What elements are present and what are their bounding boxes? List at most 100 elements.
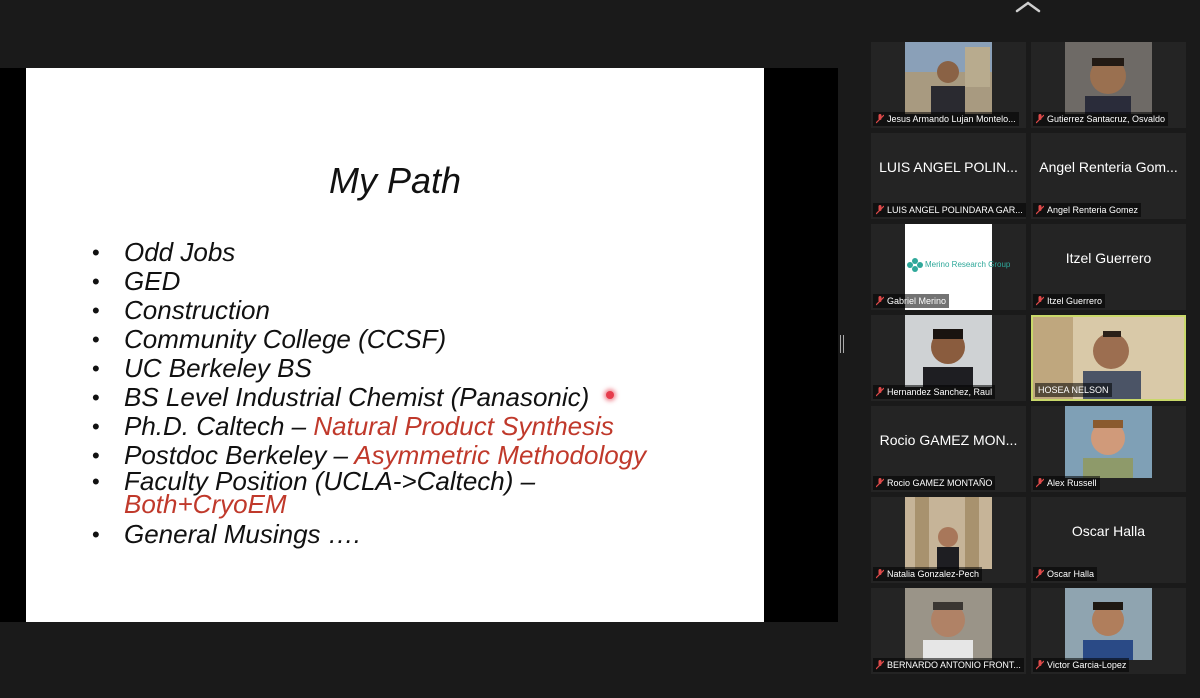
participant-label: Hernandez Sanchez, Raul: [873, 385, 996, 399]
chevron-up-icon[interactable]: [1015, 0, 1041, 14]
muted-mic-icon: [876, 660, 884, 670]
participant-video: [905, 42, 992, 114]
participant-name: Victor Garcia-Lopez: [1047, 660, 1127, 670]
muted-mic-icon: [1036, 569, 1044, 579]
participant-display-name: Oscar Halla: [1071, 523, 1146, 539]
participant-label: Gutierrez Santacruz, Osvaldo: [1033, 112, 1169, 126]
slide-bullet: • UC Berkeley BS: [92, 354, 646, 383]
participant-name: Gutierrez Santacruz, Osvaldo: [1047, 114, 1166, 124]
muted-mic-icon: [876, 296, 884, 306]
muted-mic-icon: [876, 569, 884, 579]
muted-mic-icon: [1036, 660, 1044, 670]
participant-label: LUIS ANGEL POLINDARA GAR...: [873, 203, 1026, 217]
bullet-dot-icon: •: [92, 522, 100, 547]
participant-tile[interactable]: Victor Garcia-Lopez: [1031, 588, 1186, 674]
bullet-accent-text: Both+CryoEM: [124, 489, 287, 519]
participant-display-name: Itzel Guerrero: [1065, 250, 1152, 266]
panel-resize-handle[interactable]: [840, 335, 844, 353]
participant-label: Angel Renteria Gomez: [1033, 203, 1142, 217]
slide-bullet: • Odd Jobs: [92, 238, 646, 267]
slide-bullet: • Faculty Position (UCLA->Caltech) – Both…: [92, 468, 646, 520]
logo-text: Merino Research Group: [925, 260, 1011, 269]
muted-mic-icon: [1036, 205, 1044, 215]
participant-tile[interactable]: Hernandez Sanchez, Raul: [871, 315, 1026, 401]
participant-label: Gabriel Merino: [873, 294, 950, 308]
participant-video: [905, 497, 992, 569]
slide-bullet: • General Musings ….: [92, 520, 646, 549]
participant-tile[interactable]: Rocio GAMEZ MON... Rocio GAMEZ MONTAÑO: [871, 406, 1026, 492]
participant-tile[interactable]: Jesus Armando Lujan Montelo...: [871, 42, 1026, 128]
bullet-dot-icon: •: [92, 385, 100, 410]
participant-tile[interactable]: Gutierrez Santacruz, Osvaldo: [1031, 42, 1186, 128]
bullet-text: Ph.D. Caltech –: [124, 411, 314, 441]
participant-name: BERNARDO ANTONIO FRONT...: [887, 660, 1021, 670]
bullet-text: Odd Jobs: [124, 237, 236, 267]
bullet-dot-icon: •: [92, 443, 100, 468]
participant-label: Itzel Guerrero: [1033, 294, 1106, 308]
presentation-slide: My Path • Odd Jobs • GED • Construction • Co…: [26, 68, 764, 622]
participant-label: Rocio GAMEZ MONTAÑO: [873, 476, 996, 490]
participant-video: [905, 588, 992, 660]
participant-gallery: Jesus Armando Lujan Montelo... Gutierrez…: [871, 42, 1187, 674]
participant-video: [1065, 406, 1152, 478]
participant-label: Oscar Halla: [1033, 567, 1098, 581]
bullet-text: UC Berkeley BS: [124, 353, 312, 383]
bullet-dot-icon: •: [92, 240, 100, 265]
muted-mic-icon: [1036, 478, 1044, 488]
participant-label: Jesus Armando Lujan Montelo...: [873, 112, 1019, 126]
participant-video: [1065, 42, 1152, 114]
slide-bullet: • GED: [92, 267, 646, 296]
bullet-dot-icon: •: [92, 327, 100, 352]
participant-name: Rocio GAMEZ MONTAÑO: [887, 478, 993, 488]
bullet-text: Construction: [124, 295, 270, 325]
participant-name: HOSEA NELSON: [1038, 385, 1109, 395]
bullet-accent-text: Natural Product Synthesis: [313, 411, 614, 441]
laser-pointer-dot: [606, 391, 614, 399]
participant-tile[interactable]: BERNARDO ANTONIO FRONT...: [871, 588, 1026, 674]
participant-name: Hernandez Sanchez, Raul: [887, 387, 993, 397]
shared-screen: My Path • Odd Jobs • GED • Construction • Co…: [0, 68, 838, 622]
participant-name: Angel Renteria Gomez: [1047, 205, 1139, 215]
participant-label: Victor Garcia-Lopez: [1033, 658, 1130, 672]
slide-bullet-list: • Odd Jobs • GED • Construction • Community …: [92, 238, 646, 549]
participant-tile[interactable]: Merino Research Group Gabriel Merino: [871, 224, 1026, 310]
flower-logo-icon: [907, 258, 923, 272]
participant-tile[interactable]: Oscar Halla Oscar Halla: [1031, 497, 1186, 583]
bullet-dot-icon: •: [92, 356, 100, 381]
participant-video: [1065, 588, 1152, 660]
participant-tile[interactable]: Alex Russell: [1031, 406, 1186, 492]
bullet-dot-icon: •: [92, 414, 100, 439]
participant-label: HOSEA NELSON: [1035, 383, 1112, 397]
participant-tile[interactable]: Natalia Gonzalez-Pech: [871, 497, 1026, 583]
participant-tile[interactable]: LUIS ANGEL POLIN... LUIS ANGEL POLINDARA…: [871, 133, 1026, 219]
muted-mic-icon: [876, 387, 884, 397]
bullet-text: BS Level Industrial Chemist (Panasonic): [124, 382, 590, 412]
muted-mic-icon: [876, 205, 884, 215]
muted-mic-icon: [876, 478, 884, 488]
bullet-dot-icon: •: [92, 469, 100, 494]
muted-mic-icon: [876, 114, 884, 124]
slide-title: My Path: [328, 160, 462, 201]
participant-label: Alex Russell: [1033, 476, 1100, 490]
participant-label: BERNARDO ANTONIO FRONT...: [873, 658, 1024, 672]
participant-name: Itzel Guerrero: [1047, 296, 1103, 306]
slide-bullet: • Ph.D. Caltech – Natural Product Synthes…: [92, 412, 646, 441]
slide-bullet: • Construction: [92, 296, 646, 325]
muted-mic-icon: [1036, 296, 1044, 306]
slide-bullet: • Community College (CCSF): [92, 325, 646, 354]
participant-tile-active-speaker[interactable]: HOSEA NELSON: [1031, 315, 1186, 401]
bullet-text: Community College (CCSF): [124, 324, 447, 354]
participant-tile[interactable]: Itzel Guerrero Itzel Guerrero: [1031, 224, 1186, 310]
participant-display-name: LUIS ANGEL POLIN...: [879, 159, 1018, 175]
muted-mic-icon: [1036, 114, 1044, 124]
participant-display-name: Angel Renteria Gom...: [1039, 159, 1178, 175]
bullet-text: GED: [124, 266, 181, 296]
participant-display-name: Rocio GAMEZ MON...: [879, 432, 1018, 448]
participant-name: Jesus Armando Lujan Montelo...: [887, 114, 1016, 124]
bullet-dot-icon: •: [92, 298, 100, 323]
participant-tile[interactable]: Angel Renteria Gom... Angel Renteria Gom…: [1031, 133, 1186, 219]
participant-name: Natalia Gonzalez-Pech: [887, 569, 980, 579]
slide-bullet: • BS Level Industrial Chemist (Panasonic): [92, 383, 646, 412]
participant-video: [905, 315, 992, 387]
bullet-text: General Musings ….: [124, 519, 361, 549]
